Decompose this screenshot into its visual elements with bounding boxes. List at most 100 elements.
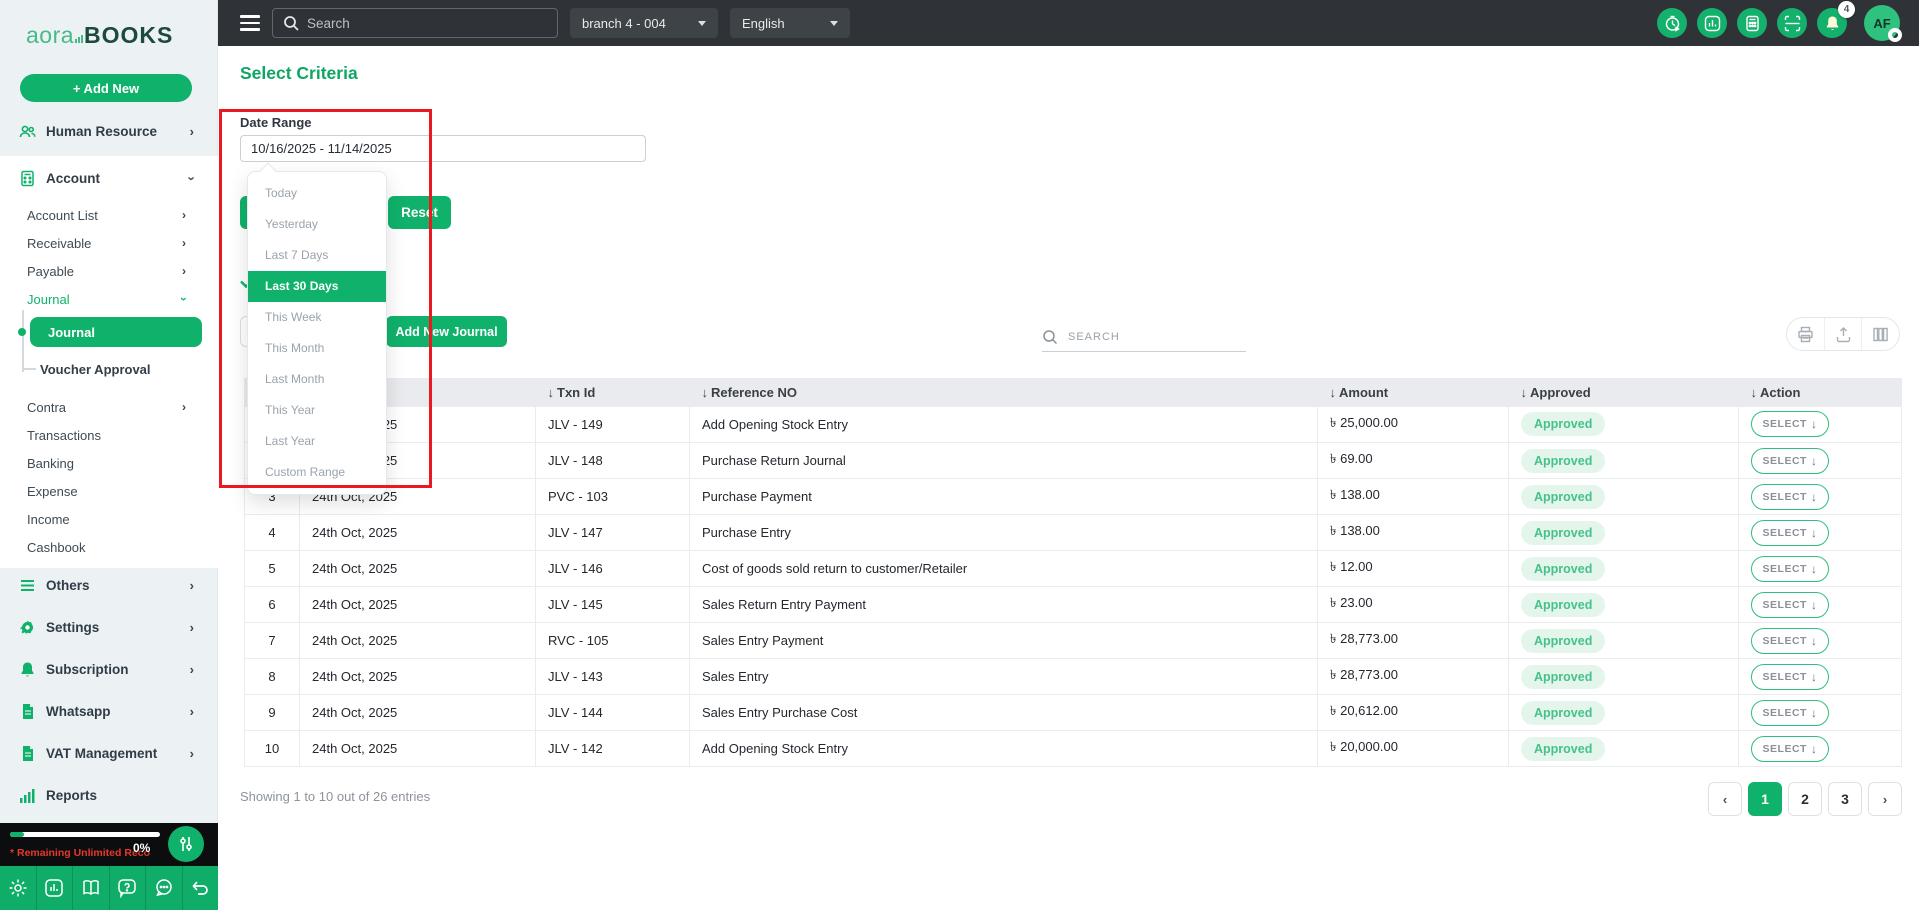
select-action-button[interactable]: SELECT ↓ bbox=[1751, 591, 1829, 618]
sidebar-item-expense[interactable]: Expense bbox=[0, 479, 218, 503]
table-row: 10 24th Oct, 2025 JLV - 142 Add Opening Sto… bbox=[244, 730, 1902, 767]
date-range-input[interactable] bbox=[240, 135, 646, 162]
select-action-button[interactable]: SELECT ↓ bbox=[1751, 447, 1829, 474]
table-search-input[interactable] bbox=[1068, 330, 1228, 343]
global-search-box[interactable] bbox=[272, 8, 558, 38]
scan-icon bbox=[1784, 15, 1800, 31]
language-select[interactable]: English bbox=[730, 8, 850, 38]
sidebar-item-account-list[interactable]: Account List › bbox=[0, 203, 218, 227]
footer-support-button[interactable] bbox=[146, 866, 183, 910]
select-label: SELECT bbox=[1762, 598, 1807, 611]
pagination-page-1[interactable]: 1 bbox=[1748, 782, 1782, 816]
dropdown-item-last-month[interactable]: Last Month bbox=[248, 364, 386, 395]
dropdown-item-this-year[interactable]: This Year bbox=[248, 395, 386, 426]
sort-arrow-icon: ↓ bbox=[1329, 385, 1337, 401]
select-action-button[interactable]: SELECT ↓ bbox=[1751, 735, 1829, 762]
pagination-page-2[interactable]: 2 bbox=[1788, 782, 1822, 816]
global-search-input[interactable] bbox=[307, 15, 547, 31]
select-action-button[interactable]: SELECT ↓ bbox=[1751, 627, 1829, 654]
add-new-journal-button[interactable]: Add New Journal bbox=[386, 316, 507, 347]
sidebar-item-income[interactable]: Income bbox=[0, 507, 218, 531]
branch-select[interactable]: branch 4 - 004 bbox=[570, 8, 718, 38]
timer-button[interactable] bbox=[1657, 8, 1687, 38]
chat-support-icon bbox=[155, 879, 172, 897]
arrow-down-icon: ↓ bbox=[1810, 453, 1818, 468]
sidebar-item-whatsapp[interactable]: Whatsapp › bbox=[0, 699, 218, 723]
brand-logo[interactable]: aora BOOKS bbox=[26, 22, 173, 50]
cell-reference: Sales Return Entry Payment bbox=[689, 586, 1318, 623]
dropdown-item-last-30-days[interactable]: Last 30 Days bbox=[248, 271, 386, 302]
select-action-button[interactable]: SELECT ↓ bbox=[1751, 699, 1829, 726]
cell-amount: ৳ 28,773.00 bbox=[1317, 658, 1509, 695]
calculator-button[interactable] bbox=[1737, 8, 1767, 38]
footer-help-button[interactable] bbox=[110, 866, 146, 910]
sidebar-item-transactions[interactable]: Transactions bbox=[0, 423, 218, 447]
dropdown-item-today[interactable]: Today bbox=[248, 178, 386, 209]
cell-amount: ৳ 25,000.00 bbox=[1317, 406, 1509, 443]
cell-reference: Sales Entry Payment bbox=[689, 622, 1318, 659]
sliders-icon bbox=[180, 837, 192, 851]
select-action-button[interactable]: SELECT ↓ bbox=[1751, 555, 1829, 582]
dropdown-item-last-year[interactable]: Last Year bbox=[248, 426, 386, 457]
select-action-button[interactable]: SELECT ↓ bbox=[1751, 663, 1829, 690]
print-button[interactable] bbox=[1787, 318, 1825, 350]
dropdown-item-last-7-days[interactable]: Last 7 Days bbox=[248, 240, 386, 271]
sidebar-item-subscription[interactable]: Subscription › bbox=[0, 657, 218, 681]
pagination-next-button[interactable]: › bbox=[1868, 782, 1902, 816]
scan-button[interactable] bbox=[1777, 8, 1807, 38]
logo-bars-icon bbox=[75, 22, 84, 49]
cell-sl: 9 bbox=[244, 694, 300, 731]
sidebar-item-banking[interactable]: Banking bbox=[0, 451, 218, 475]
select-action-button[interactable]: SELECT ↓ bbox=[1751, 519, 1829, 546]
file-icon bbox=[23, 745, 33, 761]
sidebar-item-reports[interactable]: Reports bbox=[0, 783, 218, 807]
select-label: SELECT bbox=[1762, 490, 1807, 503]
select-label: SELECT bbox=[1762, 418, 1807, 431]
dropdown-item-yesterday[interactable]: Yesterday bbox=[248, 209, 386, 240]
sidebar-item-contra[interactable]: Contra › bbox=[0, 395, 218, 419]
cell-action: SELECT ↓ bbox=[1738, 478, 1902, 515]
logo-text-aora: aora bbox=[26, 22, 75, 48]
column-header[interactable]: ↓ Approved bbox=[1508, 378, 1739, 407]
select-action-button[interactable]: SELECT ↓ bbox=[1751, 483, 1829, 510]
sidebar-item-others[interactable]: Others › bbox=[0, 573, 218, 597]
table-row: 9 24th Oct, 2025 JLV - 144 Sales Entry Purc… bbox=[244, 694, 1902, 731]
table-search-box[interactable] bbox=[1042, 322, 1246, 352]
add-new-button[interactable]: + Add New bbox=[20, 74, 192, 102]
reset-button[interactable]: Reset bbox=[388, 196, 451, 229]
column-header[interactable]: ↓ Reference NO bbox=[689, 378, 1318, 407]
footer-undo-button[interactable] bbox=[183, 866, 219, 910]
sidebar-item-payable[interactable]: Payable › bbox=[0, 259, 218, 283]
sidebar-item-journal-active[interactable]: Journal bbox=[30, 317, 202, 347]
cell-txn-id: JLV - 145 bbox=[535, 586, 690, 623]
pagination-prev-button[interactable]: ‹ bbox=[1708, 782, 1742, 816]
footer-docs-button[interactable] bbox=[73, 866, 110, 910]
dropdown-item-custom-range[interactable]: Custom Range bbox=[248, 457, 386, 488]
sidebar-item-account[interactable]: Account › bbox=[0, 166, 218, 190]
cell-amount: ৳ 20,612.00 bbox=[1317, 694, 1509, 731]
sidebar-item-human-resource[interactable]: Human Resource › bbox=[0, 119, 218, 143]
sidebar-item-voucher-approval[interactable]: Voucher Approval bbox=[0, 357, 218, 381]
sidebar-item-settings[interactable]: Settings › bbox=[0, 615, 218, 639]
sidebar-item-cashbook[interactable]: Cashbook bbox=[0, 535, 218, 559]
quick-settings-button[interactable] bbox=[168, 826, 204, 862]
column-header[interactable]: ↓ Txn Id bbox=[535, 378, 690, 407]
sidebar-item-receivable[interactable]: Receivable › bbox=[0, 231, 218, 255]
column-header[interactable]: ↓ Action bbox=[1738, 378, 1902, 407]
analytics-button[interactable] bbox=[1697, 8, 1727, 38]
table-tools-group bbox=[1786, 317, 1900, 351]
status-badge: Approved bbox=[1521, 520, 1606, 545]
export-button[interactable] bbox=[1825, 318, 1863, 350]
dropdown-item-this-month[interactable]: This Month bbox=[248, 333, 386, 364]
pagination-page-3[interactable]: 3 bbox=[1828, 782, 1862, 816]
menu-toggle-button[interactable] bbox=[240, 15, 260, 31]
dropdown-item-this-week[interactable]: This Week bbox=[248, 302, 386, 333]
sidebar-item-journal-group[interactable]: Journal › bbox=[0, 287, 218, 311]
footer-gear-button[interactable] bbox=[0, 866, 37, 910]
columns-button[interactable] bbox=[1862, 318, 1899, 350]
column-header[interactable]: ↓ Amount bbox=[1317, 378, 1509, 407]
sidebar-item-vat-management[interactable]: VAT Management › bbox=[0, 741, 218, 765]
footer-chart-button[interactable] bbox=[37, 866, 73, 910]
select-action-button[interactable]: SELECT ↓ bbox=[1751, 411, 1829, 438]
sidebar-item-label: Income bbox=[27, 511, 70, 527]
